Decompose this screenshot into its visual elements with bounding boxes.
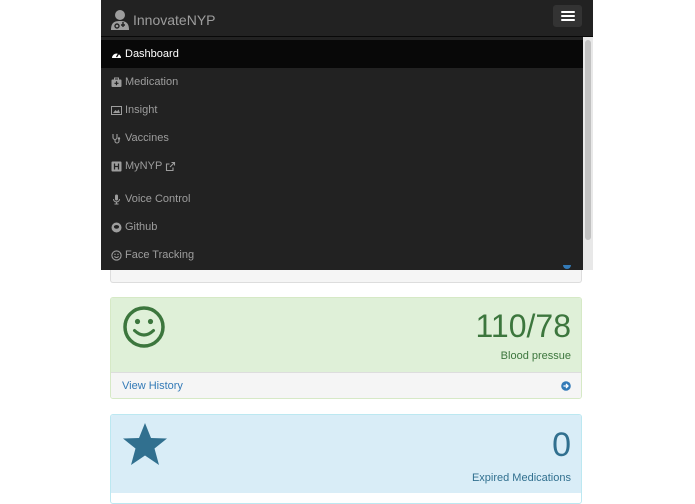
smile-icon [111,249,122,261]
view-history-link[interactable]: View History [111,372,581,398]
expired-medications-value: 0 [552,426,571,464]
github-icon [111,222,122,233]
star-icon [122,422,168,469]
user-md-icon [110,9,130,31]
stethoscope-icon [111,133,122,144]
nav-item-label: Voice Control [125,193,191,205]
nav-item-voice-control[interactable]: Voice Control [101,185,583,213]
microphone-icon [111,194,122,205]
external-link-icon [165,161,176,172]
nav-item-label: Vaccines [125,132,169,144]
nav-item-mynyp[interactable]: MyNYP [101,152,583,180]
hidden-view-history-link[interactable] [173,266,181,269]
nav-menu: Dashboard Medication Insight Vaccines My… [101,37,593,270]
panel-heading: 0 Expired Medications [111,415,581,493]
nav-item-label: Face Tracking [125,249,195,261]
blood-pressure-label: Blood pressue [500,350,571,362]
blood-pressure-value: 110/78 [475,308,572,344]
nav-item-medication[interactable]: Medication [101,68,583,96]
nav-item-face-tracking[interactable]: Face Tracking [101,241,583,269]
navbar-toggle-button[interactable] [553,5,582,27]
brand-title: InnovateNYP [133,12,216,28]
arrow-circle-right-icon [561,381,571,394]
panel-heading: 110/78 Blood pressue [111,298,581,372]
expired-medications-panel: 0 Expired Medications [110,414,582,504]
nav-item-github[interactable]: Github [101,213,583,241]
scrollbar-thumb[interactable] [585,40,591,240]
nav-item-dashboard[interactable]: Dashboard [101,40,583,68]
blood-pressure-panel: 110/78 Blood pressue View History [110,297,582,399]
hidden-panel-footer [110,265,582,283]
expired-medications-label: Expired Medications [471,472,571,484]
nav-item-label: Github [125,221,158,233]
brand-link[interactable]: InnovateNYP [110,9,216,31]
nav-item-insight[interactable]: Insight [101,96,583,124]
nav-item-label: Insight [125,104,158,116]
smile-icon [122,305,166,352]
nav-item-label: Dashboard [125,48,179,60]
navbar: InnovateNYP [101,0,593,37]
medkit-icon [111,77,122,88]
view-history-label: View History [122,380,183,392]
h-square-icon [111,161,122,172]
nav-item-label: Medication [125,76,179,88]
dashboard-icon [111,49,122,60]
nav-item-vaccines[interactable]: Vaccines [101,124,583,152]
menu-scrollbar[interactable] [583,37,593,270]
nav-item-label: MyNYP [125,160,163,172]
picture-icon [111,105,122,116]
